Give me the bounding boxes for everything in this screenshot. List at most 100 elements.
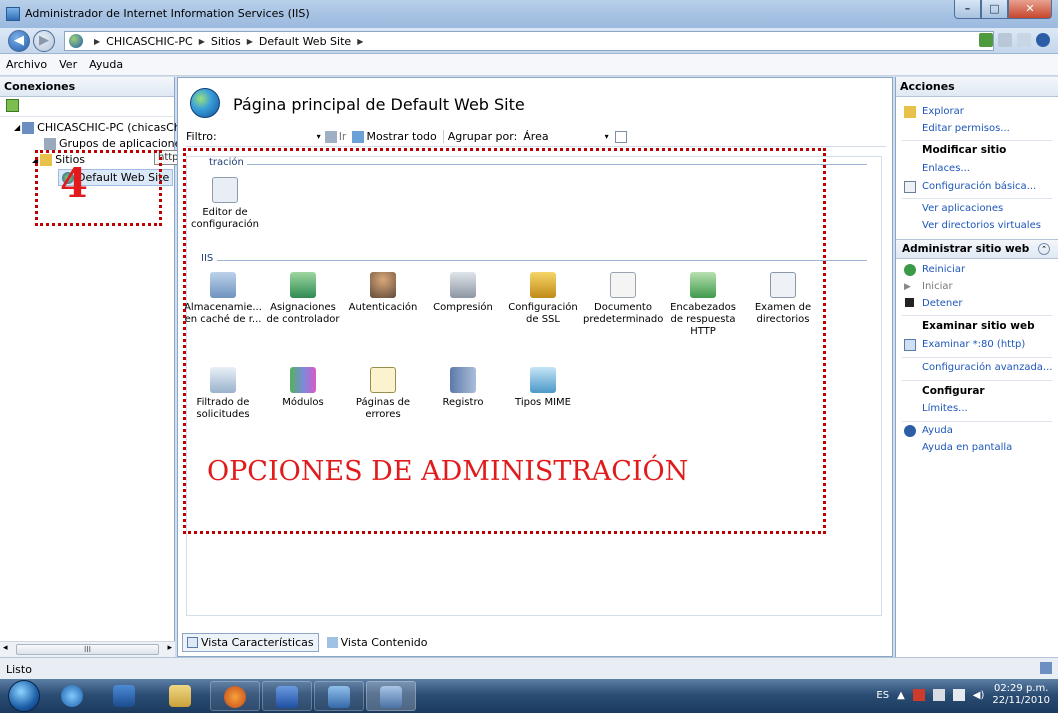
features-view-tab[interactable]: Vista Características bbox=[182, 633, 319, 652]
view-applications-link[interactable]: Ver aplicaciones bbox=[922, 203, 1003, 214]
group-by-dropdown[interactable]: ▾ bbox=[605, 132, 609, 141]
menu-bar: Archivo Ver Ayuda bbox=[0, 54, 1058, 76]
restart-icon bbox=[904, 264, 916, 276]
internet-explorer-icon bbox=[61, 685, 83, 707]
iis-icon bbox=[380, 686, 402, 708]
explore-link[interactable]: Explorar bbox=[922, 106, 964, 117]
breadcrumb[interactable]: ▶ CHICASCHIC-PC ▶ Sitios ▶ Default Web S… bbox=[64, 31, 994, 51]
group-by-select[interactable]: Área bbox=[523, 130, 548, 143]
start-button[interactable] bbox=[8, 680, 40, 712]
taskbar-firefox[interactable] bbox=[210, 681, 260, 711]
modify-site-heading: Modificar sitio bbox=[922, 144, 1007, 156]
go-icon bbox=[324, 130, 337, 143]
home-icon[interactable] bbox=[1017, 33, 1031, 47]
menu-archivo[interactable]: Archivo bbox=[6, 58, 47, 71]
show-all-button[interactable]: Mostrar todo bbox=[366, 130, 436, 143]
network-icon[interactable] bbox=[932, 689, 945, 701]
app-pools-icon bbox=[44, 137, 56, 150]
online-help-link[interactable]: Ayuda en pantalla bbox=[922, 442, 1012, 453]
scroll-thumb[interactable]: III bbox=[16, 644, 159, 655]
restart-link[interactable]: Reiniciar bbox=[922, 264, 965, 275]
power-icon[interactable] bbox=[952, 689, 965, 701]
tray-expand-icon[interactable]: ▲ bbox=[897, 690, 905, 701]
stop-icon bbox=[905, 298, 914, 307]
taskbar-word[interactable] bbox=[262, 681, 312, 711]
taskbar-ie[interactable] bbox=[48, 681, 98, 711]
view-mode-icon[interactable] bbox=[614, 130, 627, 143]
annotation-number: 4 bbox=[60, 160, 88, 207]
go-button[interactable]: Ir bbox=[339, 130, 347, 143]
address-bar: ◀ ▶ ▶ CHICASCHIC-PC ▶ Sitios ▶ Default W… bbox=[0, 28, 1058, 54]
view-switcher: Vista Características Vista Contenido bbox=[182, 633, 431, 652]
breadcrumb-server[interactable]: CHICASCHIC-PC bbox=[106, 35, 193, 48]
mail-icon[interactable] bbox=[998, 33, 1012, 47]
content-view-icon bbox=[326, 637, 338, 648]
server-status-icon bbox=[1040, 662, 1052, 674]
site-globe-icon bbox=[190, 88, 220, 118]
language-indicator[interactable]: ES bbox=[876, 690, 889, 701]
taskbar: ES ▲ ◀) 02:29 p.m. 22/11/2010 bbox=[0, 679, 1058, 713]
taskbar-control-panel[interactable] bbox=[314, 681, 364, 711]
back-button[interactable]: ◀ bbox=[8, 30, 30, 52]
breadcrumb-sites[interactable]: Sitios bbox=[211, 35, 241, 48]
limits-link[interactable]: Límites... bbox=[922, 403, 968, 414]
menu-ayuda[interactable]: Ayuda bbox=[89, 58, 123, 71]
explore-icon bbox=[904, 106, 916, 118]
tree-item-server[interactable]: ◢ CHICASCHIC-PC (chicasChic bbox=[14, 121, 190, 134]
close-button[interactable]: ✕ bbox=[1008, 0, 1052, 19]
breadcrumb-site[interactable]: Default Web Site bbox=[259, 35, 351, 48]
content-view-tab[interactable]: Vista Contenido bbox=[323, 633, 432, 652]
horizontal-scrollbar[interactable]: ◂ III ▸ bbox=[0, 641, 175, 657]
manage-site-header[interactable]: Administrar sitio web ⌃ bbox=[896, 239, 1058, 259]
maximize-button[interactable]: □ bbox=[981, 0, 1008, 19]
browse-site-heading: Examinar sitio web bbox=[922, 320, 1035, 332]
filter-dropdown[interactable]: ▾ bbox=[317, 132, 321, 141]
stop-link[interactable]: Detener bbox=[922, 298, 963, 309]
volume-icon[interactable]: ◀) bbox=[973, 690, 985, 701]
action-center-icon[interactable] bbox=[912, 689, 925, 701]
advanced-settings-link[interactable]: Configuración avanzada... bbox=[922, 362, 1052, 373]
annotation-box-tree bbox=[35, 150, 162, 226]
start-icon: ▶ bbox=[904, 282, 911, 292]
collapse-icon[interactable]: ⌃ bbox=[1038, 243, 1050, 255]
filter-bar: Filtro: ▾ Ir Mostrar todo Agrupar por: Á… bbox=[186, 127, 886, 147]
browse-80-link[interactable]: Examinar *:80 (http) bbox=[922, 339, 1025, 350]
system-tray: ES ▲ ◀) 02:29 p.m. 22/11/2010 bbox=[876, 683, 1050, 707]
annotation-label: OPCIONES DE ADMINISTRACIÓN bbox=[207, 456, 689, 487]
page-title: Página principal de Default Web Site bbox=[233, 95, 525, 114]
menu-ver[interactable]: Ver bbox=[59, 58, 77, 71]
basic-settings-link[interactable]: Configuración básica... bbox=[922, 181, 1036, 192]
connect-icon[interactable] bbox=[979, 33, 993, 47]
status-bar: Listo bbox=[0, 657, 1058, 679]
tree-item-app-pools[interactable]: Grupos de aplicaciones bbox=[44, 137, 187, 150]
word-icon bbox=[276, 686, 298, 708]
start-link[interactable]: Iniciar bbox=[922, 281, 953, 292]
connections-title: Conexiones bbox=[0, 77, 174, 97]
scroll-left-arrow[interactable]: ◂ bbox=[3, 643, 8, 653]
view-virtual-dirs-link[interactable]: Ver directorios virtuales bbox=[922, 220, 1041, 231]
media-player-icon bbox=[113, 685, 135, 707]
help-link[interactable]: Ayuda bbox=[922, 425, 953, 436]
taskbar-explorer[interactable] bbox=[156, 681, 206, 711]
clock[interactable]: 02:29 p.m. 22/11/2010 bbox=[992, 683, 1050, 707]
server-icon bbox=[22, 121, 35, 134]
taskbar-iis[interactable] bbox=[366, 681, 416, 711]
features-view-icon bbox=[187, 637, 198, 648]
show-all-icon bbox=[352, 130, 365, 143]
filter-label: Filtro: bbox=[186, 130, 217, 143]
basic-settings-icon bbox=[904, 181, 916, 193]
scroll-right-arrow[interactable]: ▸ bbox=[167, 643, 172, 653]
help-icon bbox=[904, 425, 916, 437]
status-text: Listo bbox=[6, 663, 32, 676]
minimize-button[interactable]: – bbox=[954, 0, 981, 19]
actions-title: Acciones bbox=[896, 77, 1058, 97]
help-icon[interactable] bbox=[1036, 33, 1050, 47]
firefox-icon bbox=[224, 686, 246, 708]
bindings-link[interactable]: Enlaces... bbox=[922, 163, 970, 174]
connections-tree: ◢ CHICASCHIC-PC (chicasChic Grupos de ap… bbox=[0, 117, 190, 186]
edit-permissions-link[interactable]: Editar permisos... bbox=[922, 123, 1010, 134]
taskbar-media[interactable] bbox=[100, 681, 150, 711]
title-bar: Administrador de Internet Information Se… bbox=[0, 0, 1058, 28]
forward-button[interactable]: ▶ bbox=[33, 30, 55, 52]
create-connection-icon[interactable] bbox=[6, 99, 19, 112]
